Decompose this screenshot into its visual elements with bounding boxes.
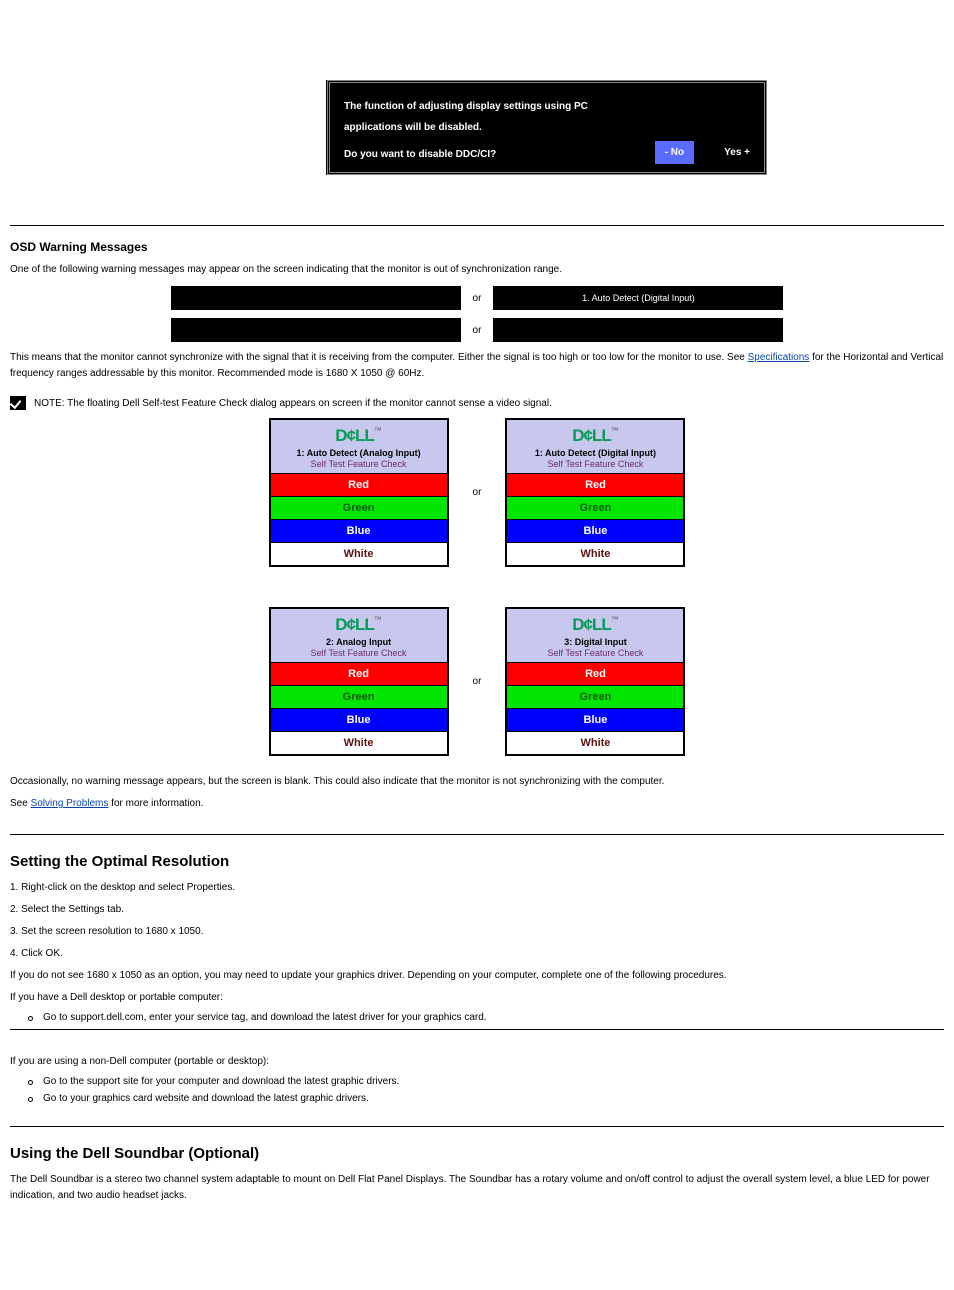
solving-problems-link[interactable]: Solving Problems xyxy=(31,798,109,809)
nondell-computer-line: If you are using a non-Dell computer (po… xyxy=(10,1054,944,1070)
bullet-graphics-site: Go to your graphics card website and dow… xyxy=(28,1093,944,1104)
color-bar-white: White xyxy=(271,542,447,565)
soundbar-heading: Using the Dell Soundbar (Optional) xyxy=(10,1145,944,1162)
or-separator: or xyxy=(473,676,482,687)
or-separator: or xyxy=(473,325,482,336)
specifications-link[interactable]: Specifications xyxy=(748,352,810,363)
stfc-box-auto-digital: D¢LL™ 1: Auto Detect (Digital Input) Sel… xyxy=(505,418,685,567)
msg-box-1-right: 1. Auto Detect (Digital Input) xyxy=(493,286,783,310)
warning-heading: OSD Warning Messages xyxy=(10,240,944,254)
see-solving: See Solving Problems for more informatio… xyxy=(10,796,944,812)
dialog-line1: The function of adjusting display settin… xyxy=(344,97,750,116)
bullet-support-site: Go to the support site for your computer… xyxy=(28,1076,944,1087)
msg-box-2-left xyxy=(171,318,461,342)
ddc-ci-dialog: The function of adjusting display settin… xyxy=(327,80,767,175)
bullet-icon xyxy=(28,1080,33,1085)
stfc-box-auto-analog: D¢LL™ 1: Auto Detect (Analog Input) Self… xyxy=(269,418,449,567)
note-icon xyxy=(10,396,26,410)
color-bar-red: Red xyxy=(271,473,447,496)
or-separator: or xyxy=(473,293,482,304)
yes-button[interactable]: Yes + xyxy=(724,143,750,162)
soundbar-para: The Dell Soundbar is a stereo two channe… xyxy=(10,1172,944,1204)
dialog-line2: applications will be disabled. xyxy=(344,118,750,137)
optimal-resolution-heading: Setting the Optimal Resolution xyxy=(10,853,944,870)
stfc-box-digital: D¢LL™ 3: Digital Input Self Test Feature… xyxy=(505,607,685,756)
bullet-icon xyxy=(28,1097,33,1102)
no-button[interactable]: - No xyxy=(655,141,694,164)
dell-logo: D¢LL xyxy=(572,426,611,446)
warning-intro: One of the following warning messages ma… xyxy=(10,262,944,278)
dell-logo: D¢LL xyxy=(335,426,374,446)
dell-logo: D¢LL xyxy=(572,615,611,635)
stfc-box-analog: D¢LL™ 2: Analog Input Self Test Feature … xyxy=(269,607,449,756)
step-4: 4. Click OK. xyxy=(10,946,944,962)
note-text: NOTE: The floating Dell Self-test Featur… xyxy=(34,398,552,409)
msg-box-1-left xyxy=(171,286,461,310)
occasional-para: Occasionally, no warning message appears… xyxy=(10,774,944,790)
step-1: 1. Right-click on the desktop and select… xyxy=(10,880,944,896)
step-2: 2. Select the Settings tab. xyxy=(10,902,944,918)
bullet-icon xyxy=(28,1016,33,1021)
dialog-question: Do you want to disable DDC/CI? xyxy=(344,145,655,164)
dell-computer-line: If you have a Dell desktop or portable c… xyxy=(10,990,944,1006)
color-bar-blue: Blue xyxy=(271,519,447,542)
color-bar-green: Green xyxy=(271,496,447,519)
or-separator: or xyxy=(473,487,482,498)
no-option-para: If you do not see 1680 x 1050 as an opti… xyxy=(10,968,944,984)
msg-box-2-right xyxy=(493,318,783,342)
dell-logo: D¢LL xyxy=(335,615,374,635)
bullet-support-dell: Go to support.dell.com, enter your servi… xyxy=(28,1012,944,1023)
sync-paragraph: This means that the monitor cannot synch… xyxy=(10,350,944,382)
step-3: 3. Set the screen resolution to 1680 x 1… xyxy=(10,924,944,940)
